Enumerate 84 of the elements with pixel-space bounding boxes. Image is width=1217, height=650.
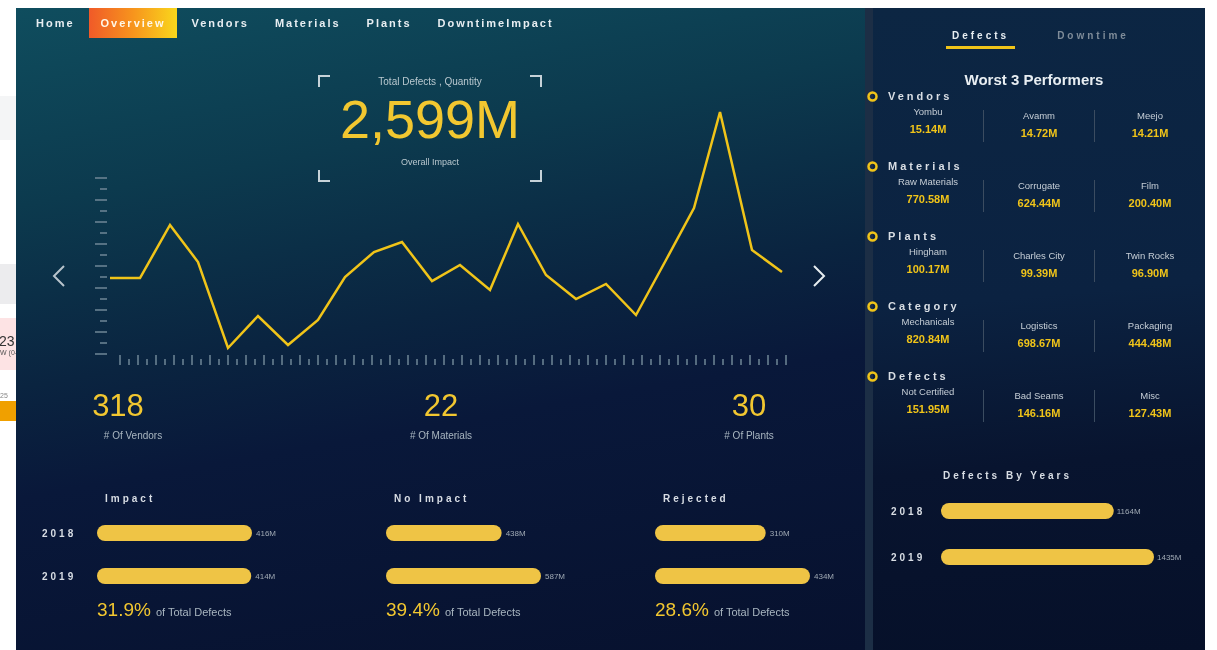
percent-value: 39.4% [386, 599, 440, 621]
year-label: 2018 [891, 506, 926, 517]
item-name: Avamm [1023, 110, 1055, 121]
section-heading: Plants [888, 230, 939, 242]
item-name: Charles City [1013, 250, 1065, 261]
bar-value: 434M [814, 572, 834, 581]
ring-icon [867, 300, 878, 312]
year-label: 2019 [891, 552, 926, 563]
percent-value: 28.6% [655, 599, 709, 621]
count-value: 22 [423, 388, 459, 424]
item-name: Bad Seams [1014, 390, 1064, 401]
item-value: 820.84M [906, 333, 950, 345]
item-name: Meejo [1137, 110, 1163, 121]
bar-value: 310M [769, 529, 790, 538]
panel-tab[interactable]: Downtime [1051, 28, 1135, 49]
chart-title: Defects By Years [943, 470, 1073, 481]
percent-label: of Total Defects [155, 606, 232, 618]
nav-tab[interactable]: DowntimeImpact [425, 8, 566, 38]
count-value: 30 [731, 388, 767, 424]
year-label: 2018 [42, 528, 77, 539]
count-label: # Of Vendors [103, 430, 163, 441]
panel-tab[interactable]: Defects [946, 28, 1016, 49]
count-label: # Of Materials [409, 430, 473, 441]
nav-tab[interactable]: Materials [262, 8, 353, 38]
item-name: Not Certified [901, 386, 955, 397]
ring-icon [867, 370, 878, 382]
panel-title: Worst 3 Performers [963, 71, 1105, 88]
item-value: 15.14M [909, 123, 947, 135]
next-button[interactable] [812, 265, 826, 287]
ring-icon [867, 160, 878, 172]
section-heading: Materials [888, 160, 963, 172]
count-label: # Of Plants [724, 430, 774, 441]
percent-label: of Total Defects [713, 606, 790, 618]
percent-label: of Total Defects [444, 606, 521, 618]
item-name: Yombu [913, 106, 943, 117]
bar-value: 1435M [1157, 553, 1182, 562]
count-value: 318 [92, 388, 144, 424]
chart-title: No Impact [394, 493, 471, 506]
section-heading: Defects [888, 370, 949, 382]
item-name: Film [1141, 180, 1159, 191]
year-label: 2019 [42, 571, 77, 582]
item-value: 14.72M [1020, 127, 1058, 139]
bar-value: 1164M [1116, 507, 1141, 516]
item-name: Twin Rocks [1125, 250, 1175, 261]
item-value: 200.40M [1128, 197, 1172, 209]
percent-value: 31.9% [97, 599, 151, 621]
item-value: 146.16M [1017, 407, 1061, 419]
item-value: 624.44M [1017, 197, 1061, 209]
section-heading: Category [888, 300, 960, 312]
chart-title: Impact [105, 493, 157, 506]
item-value: 151.95M [906, 403, 950, 415]
item-value: 96.90M [1131, 267, 1169, 279]
ring-icon [867, 230, 878, 242]
bar-value: 438M [505, 529, 526, 538]
item-value: 127.43M [1128, 407, 1172, 419]
item-value: 14.21M [1131, 127, 1169, 139]
item-value: 444.48M [1128, 337, 1172, 349]
section-heading: Vendors [888, 90, 953, 102]
item-name: Packaging [1127, 320, 1173, 331]
number-text: 23 [0, 332, 16, 349]
bar-segment [0, 401, 16, 421]
page-band [0, 264, 16, 304]
item-name: Logistics [1020, 320, 1058, 331]
bar-value: 587M [545, 572, 565, 581]
chart-title: Rejected [663, 493, 730, 506]
bar-value: 416M [256, 529, 276, 538]
bar-value: 414M [255, 572, 276, 581]
item-name: Misc [1140, 390, 1160, 401]
item-name: Raw Materials [897, 176, 959, 187]
item-name: Mechanicals [901, 316, 955, 327]
kpi-label: Total Defects , Quantity [378, 76, 482, 87]
item-name: Hingham [909, 246, 947, 257]
item-value: 99.39M [1020, 267, 1058, 279]
nav-tab[interactable]: Vendors [179, 8, 261, 38]
item-value: 770.58M [906, 193, 950, 205]
nav-tab[interactable]: Home [24, 8, 87, 38]
previous-button[interactable] [52, 265, 66, 287]
item-value: 100.17M [906, 263, 950, 275]
item-value: 698.67M [1017, 337, 1061, 349]
kpi-caption: Overall Impact [401, 157, 459, 167]
kpi-value: 2,599M [339, 89, 521, 149]
item-name: Corrugate [1017, 180, 1061, 191]
nav-tab[interactable]: Plants [354, 8, 424, 38]
ring-icon [867, 90, 878, 102]
